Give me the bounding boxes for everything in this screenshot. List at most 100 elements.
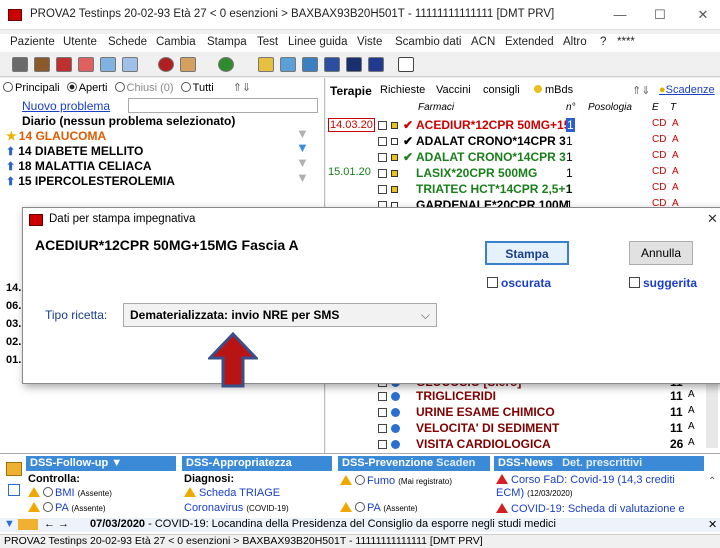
tab-terapie[interactable]: Terapie — [330, 84, 372, 98]
drug-checkbox[interactable] — [378, 169, 387, 178]
calendar-icon[interactable] — [100, 57, 116, 72]
person-icon[interactable] — [56, 57, 72, 72]
network-icon[interactable] — [368, 57, 384, 72]
menu-acn[interactable]: ACN — [471, 36, 495, 48]
image-icon[interactable] — [302, 57, 318, 72]
dss-prevenzione-header[interactable]: DSS-Prevenzione Scaden — [338, 456, 490, 471]
drug-checkbox[interactable] — [378, 121, 387, 130]
menu-cambia[interactable]: Cambia — [156, 36, 196, 48]
oscurata-checkbox[interactable]: oscurata — [487, 276, 551, 290]
apple-icon[interactable] — [218, 57, 234, 72]
menu-linee-guida[interactable]: Linee guida — [288, 36, 347, 48]
expand-collapse-icon[interactable]: ⇑⇓ — [632, 84, 650, 97]
menu-test[interactable]: Test — [257, 36, 278, 48]
filter-funnel-icon[interactable]: ▼ — [296, 126, 309, 141]
appropriatezza-coronavirus[interactable]: Coronavirus (COVID-19) — [184, 502, 289, 514]
problem-ipercolesterolemia[interactable]: ⬆ 15 IPERCOLESTEROLEMIA — [6, 174, 175, 188]
dss-appropriatezza-header[interactable]: DSS-Appropriatezza — [182, 456, 332, 471]
request-row[interactable]: VISITA CARDIOLOGICA 26 A — [326, 437, 720, 452]
scadenze-link[interactable]: ●Scadenze — [659, 84, 715, 96]
menu-paziente[interactable]: Paziente — [10, 36, 55, 48]
request-checkbox[interactable] — [378, 440, 387, 449]
notes-icon[interactable] — [6, 462, 22, 476]
printer-icon[interactable] — [324, 57, 340, 72]
news-ticker[interactable]: ▼ ← → 07/03/2020 - COVID-19: Locandina d… — [0, 518, 720, 532]
request-row[interactable]: VELOCITA' DI SEDIMENT 11 A — [326, 421, 720, 436]
new-problem-link[interactable]: Nuovo problema — [22, 99, 110, 113]
diary-label[interactable]: Diario (nessun problema selezionato) — [22, 114, 235, 128]
menu-utente[interactable]: Utente — [63, 36, 97, 48]
drug-row[interactable]: ✔ ADALAT CRONO*14CPR 3 1 CD A — [326, 134, 720, 149]
maximize-button[interactable]: ☐ — [645, 5, 675, 25]
filter-chiusi[interactable]: Chiusi (0) — [114, 82, 174, 94]
minimize-button[interactable]: — — [605, 5, 635, 25]
filter-principali[interactable]: Principali — [3, 82, 60, 94]
tab-consigli[interactable]: consigli — [483, 84, 520, 96]
menu-stars[interactable]: **** — [617, 36, 635, 48]
menu-help[interactable]: ? — [600, 36, 606, 48]
prevenzione-fumo[interactable]: Fumo (Mai registrato) — [340, 475, 452, 487]
request-checkbox[interactable] — [378, 408, 387, 417]
menu-viste[interactable]: Viste — [357, 36, 382, 48]
menu-schede[interactable]: Schede — [108, 36, 147, 48]
filter-funnel-icon[interactable]: ▼ — [296, 170, 309, 185]
scroll-up-icon[interactable]: ⌃ — [708, 476, 716, 487]
dss-news-header[interactable]: DSS-News Det. prescrittivi — [494, 456, 704, 471]
problem-diabete[interactable]: ⬆ 14 DIABETE MELLITO — [6, 144, 143, 158]
scrollbar[interactable] — [706, 378, 718, 448]
annulla-button[interactable]: Annulla — [629, 241, 693, 265]
table-icon[interactable] — [280, 57, 296, 72]
menu-scambio-dati[interactable]: Scambio dati — [395, 36, 461, 48]
drug-n[interactable]: 1 — [566, 118, 575, 132]
drug-checkbox[interactable] — [378, 153, 387, 162]
dialog-close-button[interactable]: ✕ — [707, 211, 718, 227]
drug-checkbox[interactable] — [378, 185, 387, 194]
window-icon[interactable] — [122, 57, 138, 72]
tipo-ricetta-select[interactable]: Dematerializzata: invio NRE per SMS ⌵ — [123, 303, 437, 327]
wand-icon[interactable] — [258, 57, 274, 72]
grid-icon[interactable] — [12, 57, 28, 72]
request-checkbox[interactable] — [378, 392, 387, 401]
pin-icon[interactable] — [158, 57, 174, 72]
menu-stampa[interactable]: Stampa — [207, 36, 247, 48]
suggerita-checkbox[interactable]: suggerita — [629, 276, 697, 290]
prevenzione-pa[interactable]: PA (Assente) — [340, 502, 418, 514]
menu-extended[interactable]: Extended — [505, 36, 554, 48]
filter-aperti[interactable]: Aperti — [66, 82, 107, 94]
ticker-arrows-icon[interactable]: ← → — [44, 518, 69, 530]
stampa-button[interactable]: Stampa — [485, 241, 569, 265]
keyboard-icon[interactable] — [398, 57, 414, 72]
filter-tutti[interactable]: Tutti — [180, 82, 214, 94]
dss-followup-header[interactable]: DSS-Follow-up ▼ — [26, 456, 176, 471]
followup-pa[interactable]: PA (Assente) — [28, 502, 106, 514]
close-button[interactable]: ✕ — [688, 5, 718, 25]
tab-vaccini[interactable]: Vaccini — [436, 84, 471, 96]
menu-altro[interactable]: Altro — [563, 36, 587, 48]
filter-funnel-icon[interactable]: ▼ — [296, 140, 309, 155]
followup-bmi[interactable]: BMI (Assente) — [28, 487, 112, 499]
tab-mbds[interactable]: mBds — [534, 84, 573, 96]
drug-row[interactable]: 15.01.20 LASIX*20CPR 500MG 1 CD A — [326, 166, 720, 181]
bottle-icon[interactable] — [78, 57, 94, 72]
problem-glaucoma[interactable]: ★ 14 GLAUCOMA — [6, 129, 106, 143]
ticker-dropdown-icon[interactable]: ▼ — [4, 518, 15, 530]
copy-icon[interactable] — [8, 484, 20, 496]
request-checkbox[interactable] — [378, 424, 387, 433]
building-icon[interactable] — [34, 57, 50, 72]
news-item-covid[interactable]: COVID-19: Scheda di valutazione e — [496, 503, 685, 515]
device-icon[interactable] — [346, 57, 362, 72]
request-row[interactable]: TRIGLICERIDI 11 A — [326, 389, 720, 404]
drug-row[interactable]: 14.03.20 ✔ ACEDIUR*12CPR 50MG+15 1 CD A — [326, 118, 720, 133]
request-row[interactable]: URINE ESAME CHIMICO 11 A — [326, 405, 720, 420]
tab-richieste[interactable]: Richieste — [380, 84, 425, 96]
problem-celiachia[interactable]: ⬆ 18 MALATTIA CELIACA — [6, 159, 152, 173]
drug-row[interactable]: TRIATEC HCT*14CPR 2,5+1 1 CD A — [326, 182, 720, 197]
drug-row[interactable]: ✔ ADALAT CRONO*14CPR 3 1 CD A — [326, 150, 720, 165]
expand-collapse-icon[interactable]: ⇑⇓ — [233, 82, 251, 94]
ticker-close-icon[interactable]: ✕ — [708, 518, 717, 531]
appropriatezza-triage[interactable]: Scheda TRIAGE — [184, 487, 280, 499]
problem-search-input[interactable] — [128, 98, 318, 113]
filter-funnel-icon[interactable]: ▼ — [296, 155, 309, 170]
news-item-corso[interactable]: Corso FaD: Covid-19 (14,3 crediti ECM) (… — [496, 474, 700, 500]
hand-icon[interactable] — [180, 57, 196, 72]
